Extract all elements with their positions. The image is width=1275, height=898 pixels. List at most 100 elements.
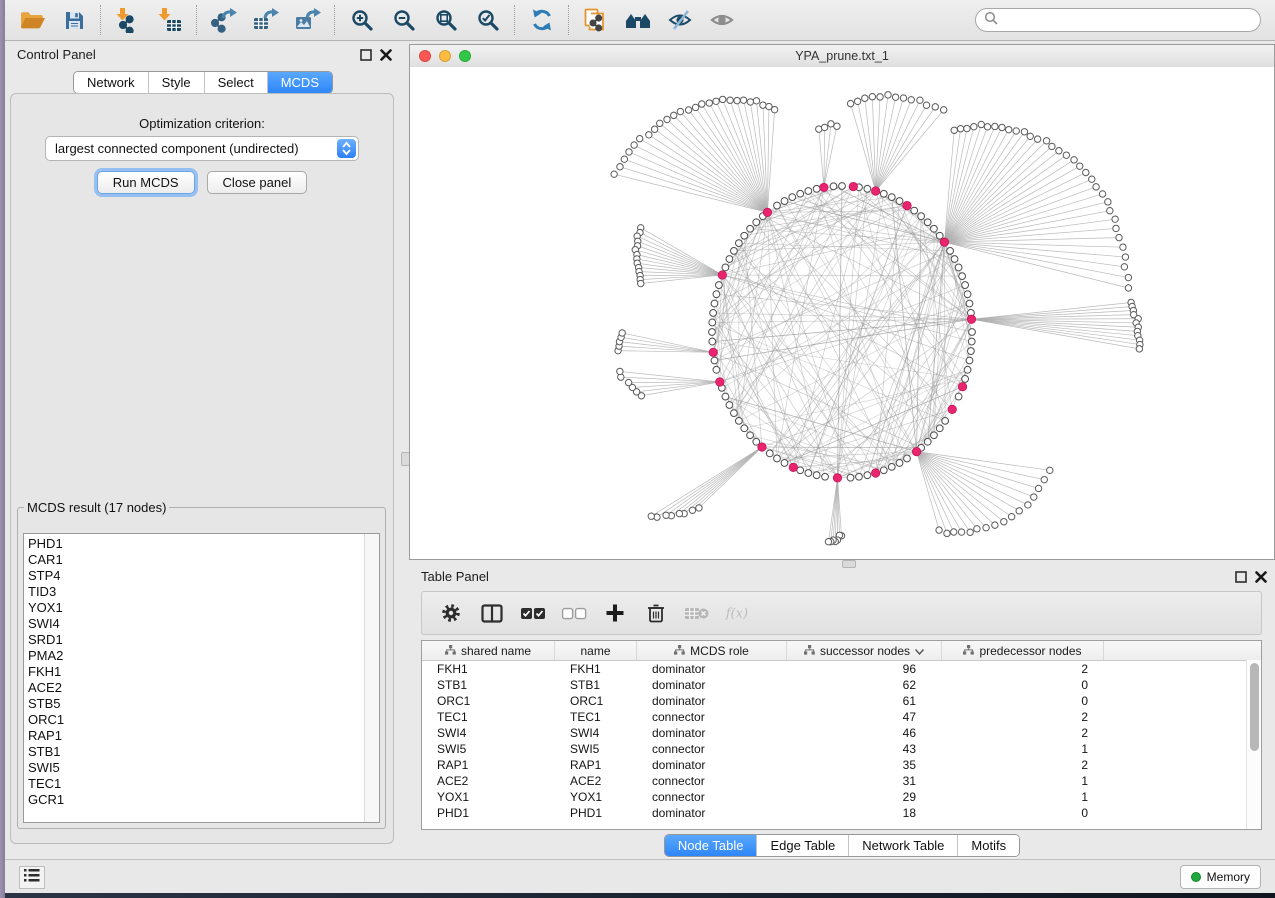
graph-node[interactable] <box>944 530 950 536</box>
mcds-result-item[interactable]: SWI5 <box>28 760 361 776</box>
graph-node[interactable] <box>797 190 804 197</box>
graph-node[interactable] <box>711 300 718 307</box>
graph-node[interactable] <box>947 247 954 254</box>
graph-node[interactable] <box>706 100 712 106</box>
graph-node[interactable] <box>1107 208 1113 214</box>
mcds-result-item[interactable]: STB5 <box>28 696 361 712</box>
graph-node[interactable] <box>869 94 875 100</box>
graph-node[interactable] <box>978 121 984 127</box>
graph-node[interactable] <box>951 256 958 263</box>
column-header-name[interactable]: name <box>555 641 637 660</box>
export-image-icon[interactable] <box>287 1 329 39</box>
graph-node[interactable] <box>936 527 942 533</box>
tab-select[interactable]: Select <box>204 72 267 93</box>
graph-node-mcds[interactable] <box>820 183 828 191</box>
graph-node[interactable] <box>1116 234 1122 240</box>
graph-node[interactable] <box>611 171 617 177</box>
graph-node[interactable] <box>1077 163 1083 169</box>
graph-node-mcds[interactable] <box>789 463 797 471</box>
graph-node[interactable] <box>911 207 918 214</box>
memory-button[interactable]: Memory <box>1180 865 1261 889</box>
tab-network-table[interactable]: Network Table <box>848 835 957 856</box>
graph-node[interactable] <box>966 357 973 364</box>
graph-node[interactable] <box>1016 508 1022 514</box>
graph-node[interactable] <box>651 126 657 132</box>
graph-node[interactable] <box>936 425 943 432</box>
graph-node[interactable] <box>1089 176 1095 182</box>
graph-node[interactable] <box>657 120 663 126</box>
graph-node[interactable] <box>1013 128 1019 134</box>
graph-node[interactable] <box>1047 467 1053 473</box>
mcds-result-item[interactable]: YOX1 <box>28 600 361 616</box>
mcds-result-item[interactable]: GCR1 <box>28 792 361 808</box>
graph-node[interactable] <box>713 291 720 298</box>
graph-node[interactable] <box>924 219 931 226</box>
graph-node[interactable] <box>1001 519 1007 525</box>
graph-node[interactable] <box>964 125 970 131</box>
zoom-out-icon[interactable] <box>383 1 425 39</box>
graph-node[interactable] <box>951 529 957 535</box>
mcds-result-list[interactable]: PHD1CAR1STP4TID3YOX1SWI4SRD1PMA2FKH1ACE2… <box>23 533 380 823</box>
graph-node[interactable] <box>727 97 733 103</box>
node-table[interactable]: shared namenameMCDS rolesuccessor nodesp… <box>421 640 1262 830</box>
graph-node[interactable] <box>966 300 973 307</box>
graph-node[interactable] <box>735 240 742 247</box>
graph-node[interactable] <box>711 357 718 364</box>
graph-node[interactable] <box>974 526 980 532</box>
graph-node[interactable] <box>1113 225 1119 231</box>
graph-node[interactable] <box>774 202 781 209</box>
graph-node[interactable] <box>677 108 683 114</box>
graph-node[interactable] <box>619 330 625 336</box>
graph-node[interactable] <box>856 473 863 480</box>
graph-node[interactable] <box>1006 126 1012 132</box>
traffic-light-minimize[interactable] <box>439 50 451 62</box>
table-row[interactable]: YOX1YOX1connector291 <box>422 789 1261 805</box>
traffic-light-close[interactable] <box>419 50 431 62</box>
graph-node[interactable] <box>1125 285 1131 291</box>
graph-node-mcds[interactable] <box>833 474 841 482</box>
network-graph[interactable] <box>410 67 1274 559</box>
mcds-result-item[interactable]: SRD1 <box>28 632 361 648</box>
graph-node[interactable] <box>967 529 973 535</box>
mcds-result-item[interactable]: PHD1 <box>28 536 361 552</box>
zoom-in-icon[interactable] <box>341 1 383 39</box>
graph-node[interactable] <box>983 525 989 531</box>
graph-node[interactable] <box>696 505 702 511</box>
graph-node[interactable] <box>805 188 812 195</box>
table-row[interactable]: PHD1PHD1dominator180 <box>422 805 1261 821</box>
refresh-icon[interactable] <box>521 1 563 39</box>
graph-node[interactable] <box>825 539 831 545</box>
graph-node[interactable] <box>1008 513 1014 519</box>
graph-node-mcds[interactable] <box>849 182 857 190</box>
mcds-result-item[interactable]: PMA2 <box>28 648 361 664</box>
graph-node-mcds[interactable] <box>709 348 717 356</box>
graph-node[interactable] <box>885 92 891 98</box>
graph-node[interactable] <box>713 366 720 373</box>
task-history-button[interactable] <box>19 866 45 889</box>
column-header-MCDS-role[interactable]: MCDS role <box>637 641 787 660</box>
graph-node[interactable] <box>971 123 977 129</box>
mcds-result-item[interactable]: ORC1 <box>28 712 361 728</box>
scrollbar-thumb[interactable] <box>1250 663 1259 751</box>
graph-node[interactable] <box>830 183 837 190</box>
graph-node[interactable] <box>734 97 740 103</box>
graph-node[interactable] <box>753 219 760 226</box>
graph-node[interactable] <box>955 264 962 271</box>
table-row[interactable]: FKH1FKH1dominator962 <box>422 661 1261 677</box>
graph-node[interactable] <box>904 455 911 462</box>
graph-node[interactable] <box>955 393 962 400</box>
graph-node[interactable] <box>1021 129 1027 135</box>
graph-node[interactable] <box>877 94 883 100</box>
graph-node[interactable] <box>685 107 691 113</box>
graph-node[interactable] <box>1056 148 1062 154</box>
graph-node[interactable] <box>888 194 895 201</box>
graph-node[interactable] <box>1112 216 1118 222</box>
graph-node-mcds[interactable] <box>763 208 771 216</box>
graph-node[interactable] <box>774 455 781 462</box>
graph-node[interactable] <box>731 410 738 417</box>
graph-node[interactable] <box>821 124 827 130</box>
search-box[interactable] <box>975 8 1261 32</box>
graph-node[interactable] <box>663 512 669 518</box>
graph-node[interactable] <box>692 104 698 110</box>
graph-node[interactable] <box>715 282 722 289</box>
